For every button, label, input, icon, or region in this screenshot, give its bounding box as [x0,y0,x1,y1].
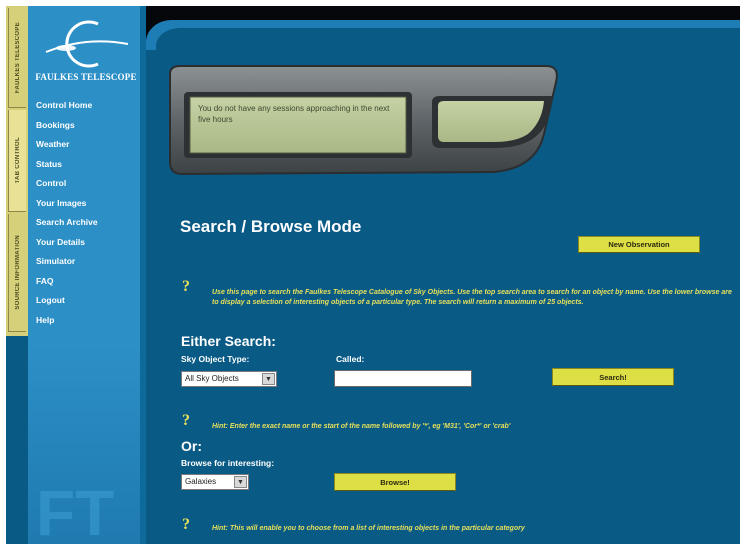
app-frame: FT FAULKES TELESCOPE TAB CONTROL SOURCE … [6,6,740,544]
tab-control[interactable]: TAB CONTROL [8,110,26,212]
tab-faulkes-telescope[interactable]: FAULKES TELESCOPE [8,8,26,108]
browse-category-select[interactable]: Galaxies ▼ [181,474,249,490]
brand-name: FAULKES TELESCOPE [35,72,137,82]
called-input[interactable] [334,370,472,387]
header-curve-inner [156,28,740,54]
called-label: Called: [336,354,365,364]
section-tab-strip: FAULKES TELESCOPE TAB CONTROL SOURCE INF… [6,6,28,336]
dropdown-arrow-icon[interactable]: ▼ [262,373,275,385]
nav-your-details[interactable]: Your Details [36,233,140,253]
nav-weather[interactable]: Weather [36,135,140,155]
sidebar-edge [140,6,146,544]
sky-object-type-label: Sky Object Type: [181,354,250,364]
dropdown-arrow-icon[interactable]: ▼ [234,476,247,488]
help-icon[interactable]: ? [182,278,190,296]
nav-control-home[interactable]: Control Home [36,96,140,116]
browse-hint: Hint: This will enable you to choose fro… [212,525,525,532]
help-icon[interactable]: ? [182,516,190,534]
telescope-logo-icon [45,20,129,68]
nav-bookings[interactable]: Bookings [36,116,140,136]
new-observation-button[interactable]: New Observation [578,236,700,253]
page-title: Search / Browse Mode [180,217,362,236]
browse-button[interactable]: Browse! [334,473,456,491]
sidebar-nav: Control Home Bookings Weather Status Con… [36,96,140,330]
sidebar-watermark: FT [36,477,115,544]
nav-status[interactable]: Status [36,155,140,175]
browse-label: Browse for interesting: [181,458,275,468]
status-message: You do not have any sessions approaching… [198,104,390,124]
either-search-heading: Either Search: [181,333,276,349]
nav-help[interactable]: Help [36,311,140,331]
search-button[interactable]: Search! [552,368,674,386]
or-heading: Or: [181,438,202,454]
nav-search-archive[interactable]: Search Archive [36,213,140,233]
intro-text: Use this page to search the Faulkes Tele… [212,289,732,306]
nav-logout[interactable]: Logout [36,291,140,311]
sky-object-type-select[interactable]: All Sky Objects ▼ [181,371,277,387]
tab-source-information[interactable]: SOURCE INFORMATION [8,214,26,332]
help-icon[interactable]: ? [182,412,190,430]
search-hint: Hint: Enter the exact name or the start … [212,423,511,430]
nav-simulator[interactable]: Simulator [36,252,140,272]
nav-control[interactable]: Control [36,174,140,194]
nav-faq[interactable]: FAQ [36,272,140,292]
nav-your-images[interactable]: Your Images [36,194,140,214]
